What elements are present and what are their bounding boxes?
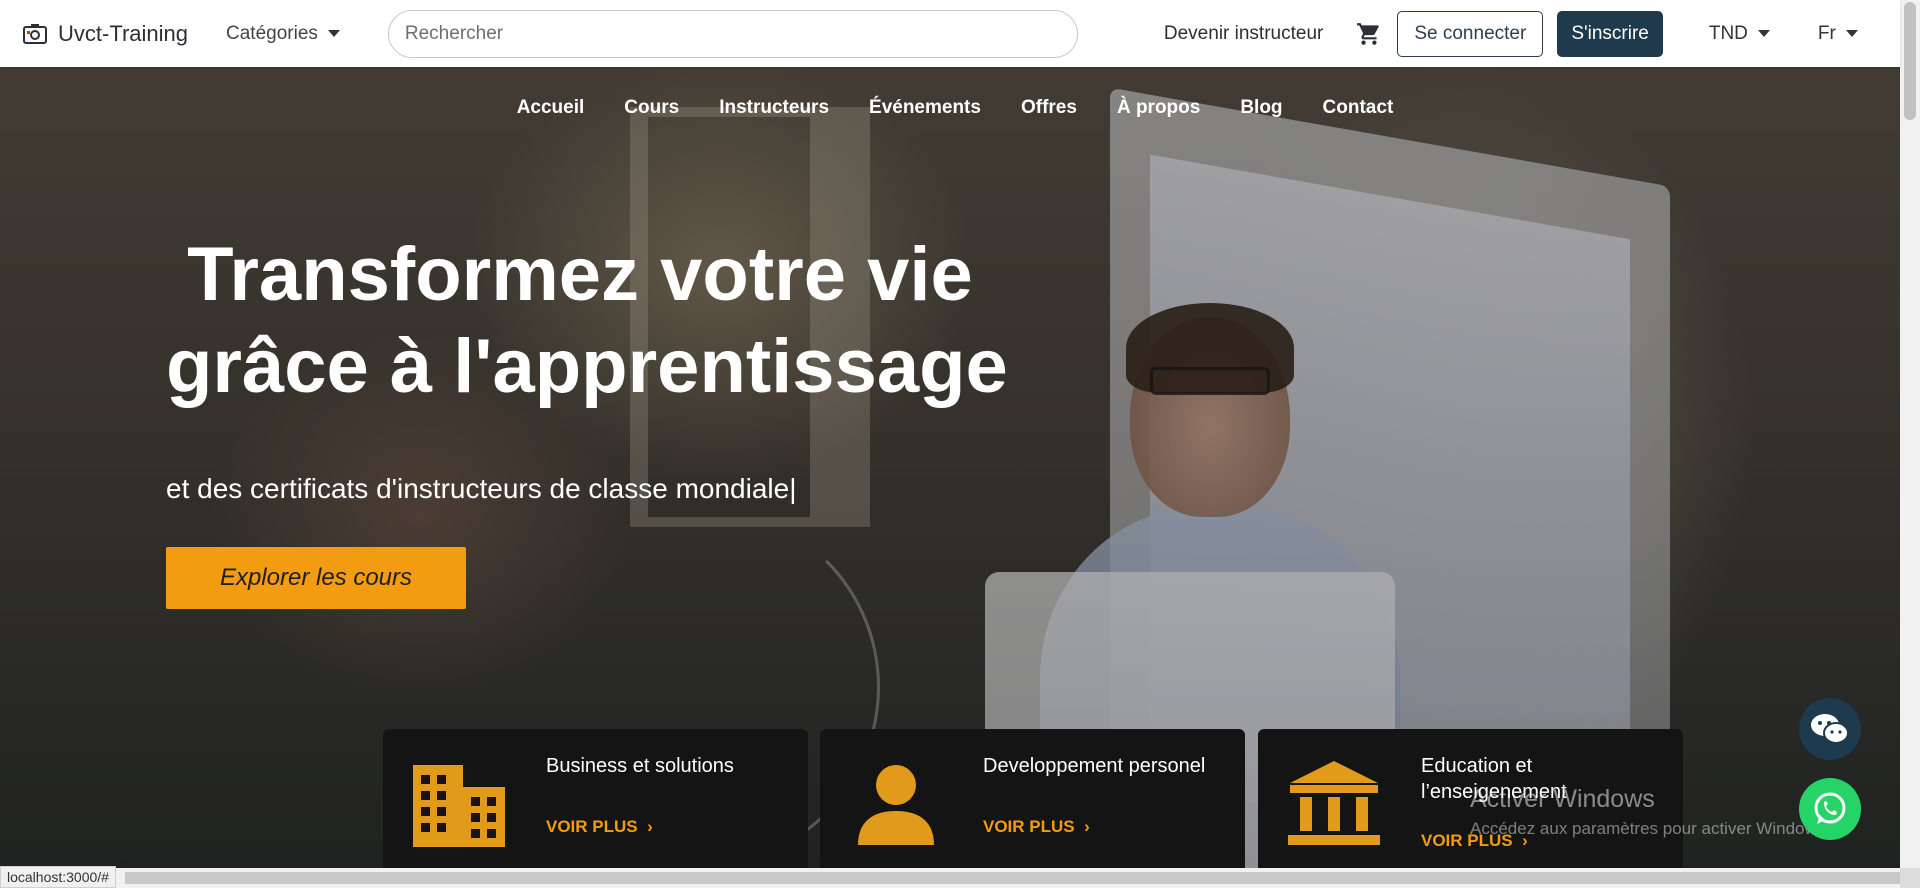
vertical-scrollbar[interactable] [1900,0,1920,868]
language-label: Fr [1817,22,1836,44]
hero-subtitle-text: et des certificats d'instructeurs de cla… [166,473,790,504]
status-url: localhost:3000/# [0,866,116,888]
chevron-right-icon: › [1079,817,1090,836]
nav-item-evenements[interactable]: Événements [869,97,981,119]
chevron-down-icon [1845,30,1858,37]
nav-item-blog[interactable]: Blog [1240,97,1282,119]
explore-courses-button[interactable]: Explorer les cours [166,547,466,609]
login-button[interactable]: Se connecter [1397,10,1544,57]
institution-icon [1286,759,1382,847]
cart-icon[interactable] [1355,20,1383,48]
hero-subtitle: et des certificats d'instructeurs de cla… [166,473,796,505]
windows-activation-subtitle: Accédez aux paramètres pour activer Wind… [1470,819,1830,838]
scrollbar-corner [1900,868,1920,888]
main-nav: Accueil Cours Instructeurs Événements Of… [0,97,1900,119]
nav-item-contact[interactable]: Contact [1323,97,1394,119]
brand-name: Uvct-Training [58,20,188,46]
voir-plus-link[interactable]: VOIR PLUS › [983,817,1090,837]
hero-title-line2: grâce à l'apprentissage [166,324,1008,409]
card-title: Business et solutions [546,755,734,777]
chevron-down-icon [1757,30,1770,37]
hero-title: Transformez votre vie grâce à l'apprenti… [166,229,1066,413]
brand[interactable]: Uvct-Training [22,21,188,47]
categories-dropdown[interactable]: Catégories [226,23,340,45]
windows-activation-title: Activer Windows [1470,785,1655,813]
building-icon [411,759,507,847]
category-card-business[interactable]: Business et solutions VOIR PLUS › [383,729,808,868]
card-title: Developpement personel [983,755,1206,777]
horizontal-scrollbar-thumb[interactable] [125,872,1900,884]
voir-plus-label: VOIR PLUS [546,817,638,836]
search-input[interactable] [387,9,1078,58]
category-card-personal-development[interactable]: Developpement personel VOIR PLUS › [820,729,1245,868]
currency-dropdown[interactable]: TND [1709,23,1770,45]
voir-plus-label: VOIR PLUS [983,817,1075,836]
hero-section: Accueil Cours Instructeurs Événements Of… [0,67,1900,868]
signup-button[interactable]: S'inscrire [1557,10,1663,57]
voir-plus-link[interactable]: VOIR PLUS › [546,817,653,837]
logo-icon [22,23,48,45]
hero-title-line1: Transformez votre vie [166,232,973,317]
nav-item-offres[interactable]: Offres [1021,97,1077,119]
nav-item-a-propos[interactable]: À propos [1117,97,1200,119]
categories-label: Catégories [226,22,318,44]
hero-content: Accueil Cours Instructeurs Événements Of… [0,67,1900,868]
nav-item-accueil[interactable]: Accueil [517,97,585,119]
typing-cursor: | [789,473,797,504]
chevron-right-icon: › [642,817,653,836]
vertical-scrollbar-thumb[interactable] [1904,2,1916,120]
currency-label: TND [1708,22,1748,44]
nav-item-cours[interactable]: Cours [624,97,679,119]
nav-item-instructeurs[interactable]: Instructeurs [719,97,829,119]
language-dropdown[interactable]: Fr [1818,23,1858,45]
top-navbar: Uvct-Training Catégories Devenir instruc… [0,0,1900,67]
whatsapp-icon[interactable] [1799,778,1861,840]
chevron-down-icon [327,30,340,37]
person-icon [848,759,944,847]
become-instructor-link[interactable]: Devenir instructeur [1164,23,1323,45]
chat-icon[interactable] [1799,698,1861,760]
